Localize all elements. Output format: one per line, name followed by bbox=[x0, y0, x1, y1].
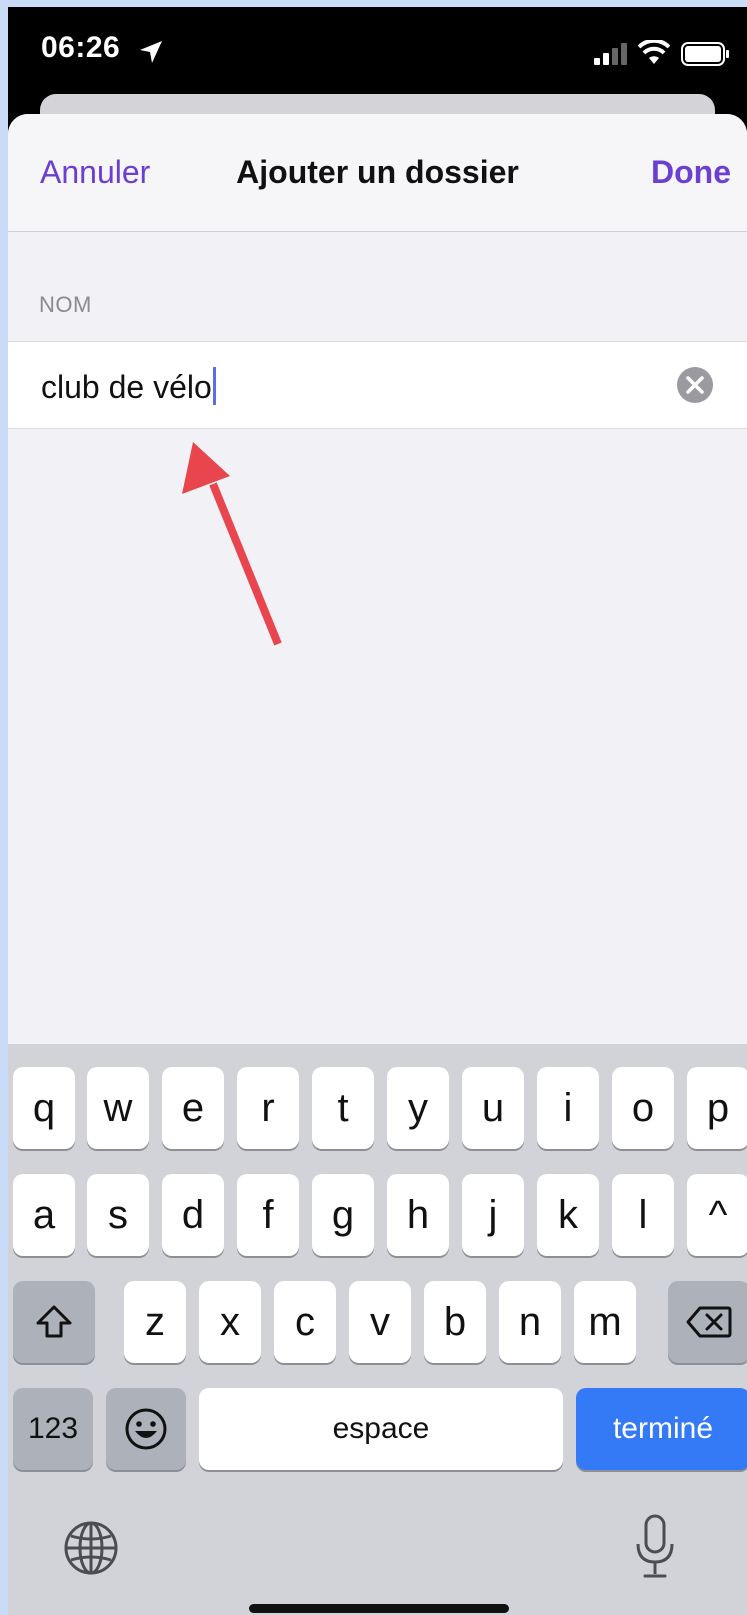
numbers-key[interactable]: 123 bbox=[13, 1388, 93, 1470]
key-u[interactable]: u bbox=[462, 1067, 524, 1149]
phone-screen: 06:26 Annuler Ajouter un dossier Done NO… bbox=[8, 7, 747, 1615]
key-b[interactable]: b bbox=[424, 1281, 486, 1363]
key-q[interactable]: q bbox=[13, 1067, 75, 1149]
key-w[interactable]: w bbox=[87, 1067, 149, 1149]
status-bar: 06:26 bbox=[8, 7, 747, 97]
text-cursor bbox=[212, 367, 216, 405]
key-e[interactable]: e bbox=[162, 1067, 224, 1149]
keyboard: q w e r t y u i o p a s d f g h j k l ^ … bbox=[8, 1044, 747, 1615]
key-i[interactable]: i bbox=[537, 1067, 599, 1149]
key-l[interactable]: l bbox=[612, 1174, 674, 1256]
key-j[interactable]: j bbox=[462, 1174, 524, 1256]
globe-icon[interactable] bbox=[63, 1520, 119, 1576]
page-title: Ajouter un dossier bbox=[236, 154, 519, 190]
status-time: 06:26 bbox=[41, 31, 121, 64]
shift-icon bbox=[36, 1305, 72, 1338]
folder-name-value: club de vélo bbox=[41, 369, 212, 405]
navigation-bar: Annuler Ajouter un dossier Done bbox=[8, 114, 747, 232]
delete-key[interactable] bbox=[668, 1281, 747, 1363]
cellular-signal-icon bbox=[594, 43, 627, 65]
battery-icon bbox=[681, 42, 729, 66]
annotation-arrow bbox=[182, 442, 282, 646]
key-g[interactable]: g bbox=[312, 1174, 374, 1256]
key-c[interactable]: c bbox=[274, 1281, 336, 1363]
key-a[interactable]: a bbox=[13, 1174, 75, 1256]
emoji-key[interactable] bbox=[106, 1388, 186, 1470]
key-d[interactable]: d bbox=[162, 1174, 224, 1256]
home-indicator bbox=[249, 1604, 509, 1613]
key-r[interactable]: r bbox=[237, 1067, 299, 1149]
folder-name-field[interactable]: club de vélo bbox=[8, 341, 747, 429]
key-caret[interactable]: ^ bbox=[687, 1174, 747, 1256]
key-z[interactable]: z bbox=[124, 1281, 186, 1363]
wifi-icon bbox=[638, 40, 670, 64]
microphone-icon[interactable] bbox=[635, 1514, 675, 1580]
folder-name-text-wrap: club de vélo bbox=[41, 367, 216, 406]
key-h[interactable]: h bbox=[387, 1174, 449, 1256]
key-y[interactable]: y bbox=[387, 1067, 449, 1149]
key-k[interactable]: k bbox=[537, 1174, 599, 1256]
shift-key[interactable] bbox=[13, 1281, 95, 1363]
key-n[interactable]: n bbox=[499, 1281, 561, 1363]
backspace-icon bbox=[686, 1306, 732, 1338]
key-p[interactable]: p bbox=[687, 1067, 747, 1149]
emoji-icon bbox=[125, 1408, 167, 1450]
key-t[interactable]: t bbox=[312, 1067, 374, 1149]
key-x[interactable]: x bbox=[199, 1281, 261, 1363]
key-v[interactable]: v bbox=[349, 1281, 411, 1363]
space-key[interactable]: espace bbox=[199, 1388, 563, 1470]
key-m[interactable]: m bbox=[574, 1281, 636, 1363]
section-label-name: NOM bbox=[39, 292, 92, 317]
return-key[interactable]: terminé bbox=[576, 1388, 747, 1470]
key-f[interactable]: f bbox=[237, 1174, 299, 1256]
location-arrow-icon bbox=[140, 41, 162, 63]
done-button[interactable]: Done bbox=[651, 154, 731, 191]
key-s[interactable]: s bbox=[87, 1174, 149, 1256]
key-o[interactable]: o bbox=[612, 1067, 674, 1149]
clear-text-icon[interactable] bbox=[677, 367, 713, 403]
